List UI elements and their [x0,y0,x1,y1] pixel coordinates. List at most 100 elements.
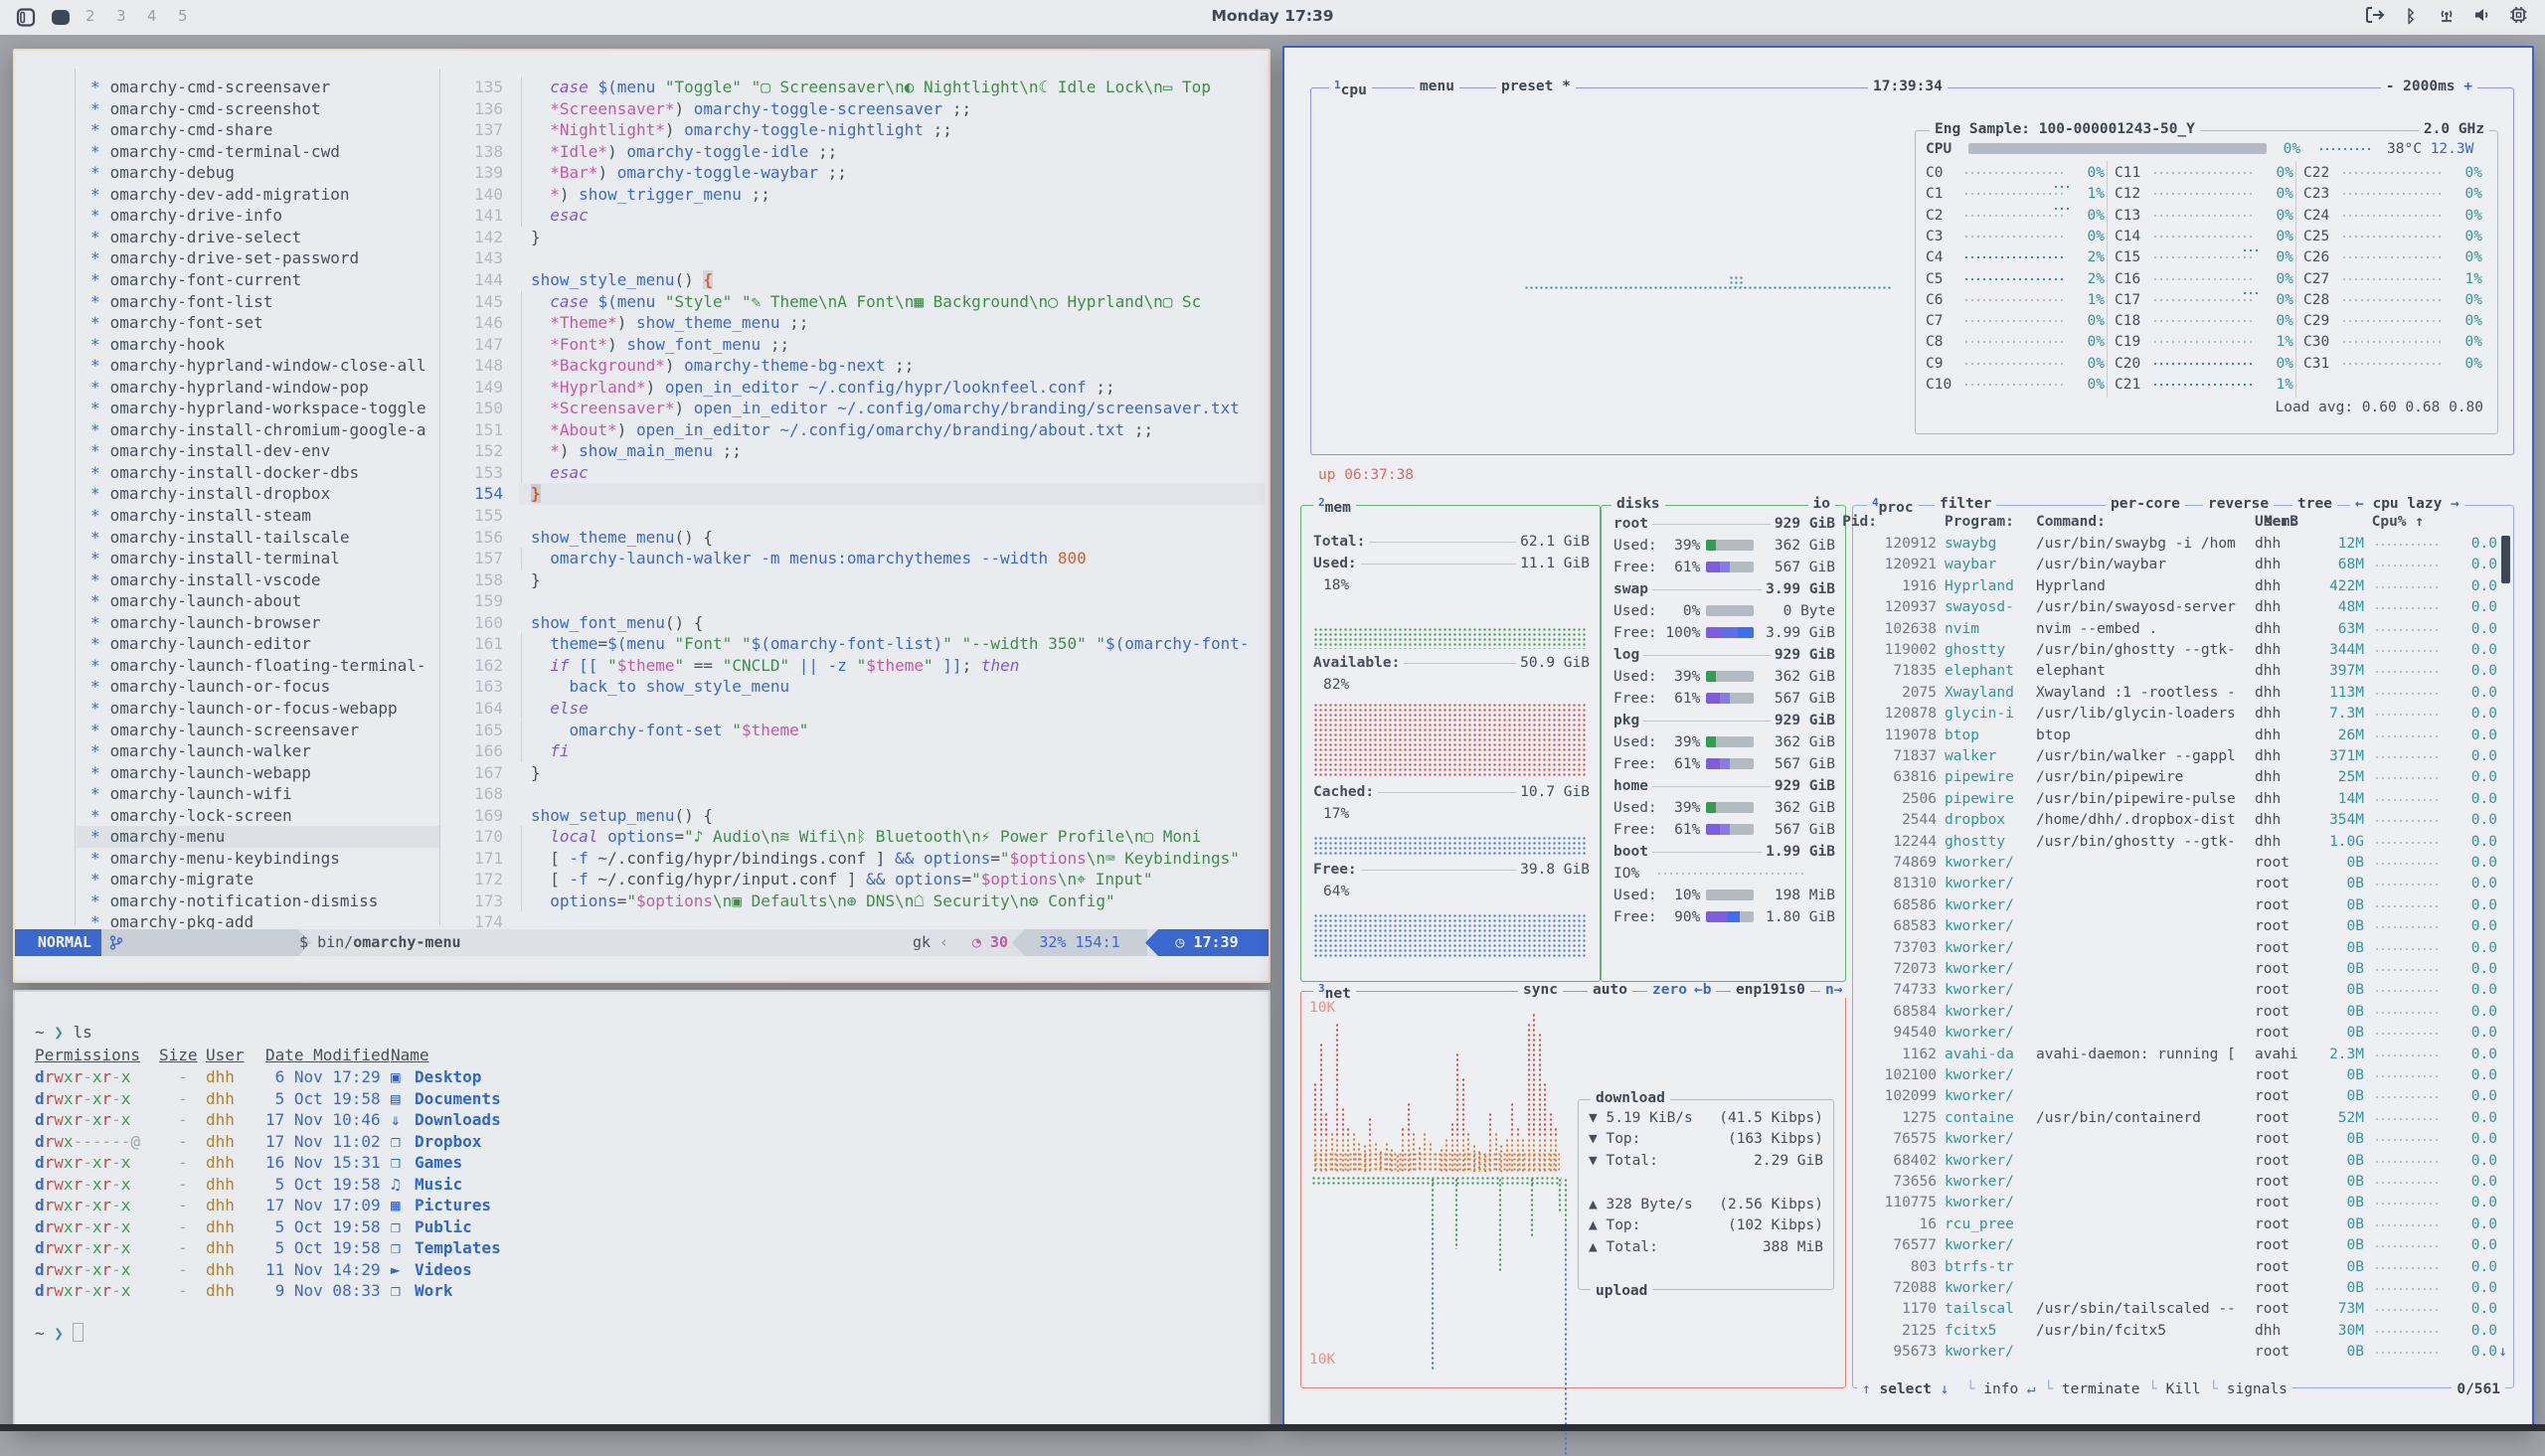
tab-mem[interactable]: 2mem [1313,496,1356,516]
file-item[interactable]: *omarchy-drive-select [77,227,439,248]
io-toggle[interactable]: io [1808,496,1835,512]
file-item[interactable]: *omarchy-install-dropbox [77,483,439,505]
proc-control-reverse[interactable]: reverse [2203,496,2274,512]
file-item[interactable]: *omarchy-dev-add-migration [77,184,439,206]
proc-row[interactable]: 1170tailscal/usr/sbin/tailscaled --root7… [1853,1299,2513,1320]
proc-row[interactable]: 73703kworker/root0B0.0 [1853,938,2513,959]
file-item[interactable]: *omarchy-font-set [77,312,439,334]
file-item[interactable]: *omarchy-cmd-share [77,119,439,141]
net-control-auto[interactable]: auto [1588,982,1632,998]
net-control-enp191s0[interactable]: enp191s0 [1731,982,1810,998]
volume-icon[interactable] [2471,6,2493,28]
proc-row[interactable]: 72073kworker/root0B0.0 [1853,959,2513,980]
proc-row[interactable]: 110775kworker/root0B0.0 [1853,1193,2513,1213]
directory-link[interactable]: Music [415,1174,462,1196]
file-item[interactable]: *omarchy-install-terminal [77,548,439,569]
file-item[interactable]: *omarchy-hyprland-workspace-toggle [77,398,439,419]
directory-link[interactable]: Pictures [415,1195,491,1216]
file-item[interactable]: *omarchy-drive-info [77,205,439,227]
file-item[interactable]: *omarchy-debug [77,162,439,184]
directory-link[interactable]: Public [415,1216,472,1238]
proc-row[interactable]: 1162avahi-daavahi-daemon: running [avahi… [1853,1045,2513,1065]
file-item[interactable]: *omarchy-launch-editor [77,633,439,655]
proc-cpu-nav[interactable]: ← cpu lazy → [2350,496,2464,512]
update-interval[interactable]: - 2000ms + [2381,79,2477,94]
proc-row[interactable]: 81310kworker/root0B0.0 [1853,874,2513,894]
proc-row[interactable]: 12244ghostty/usr/bin/ghostty --gtk-dhh1.… [1853,832,2513,853]
directory-link[interactable]: Desktop [415,1066,481,1088]
proc-row[interactable]: 120921waybar/usr/bin/waybardhh68M0.0 [1853,555,2513,575]
proc-row[interactable]: 72088kworker/root0B0.0 [1853,1278,2513,1299]
proc-row[interactable]: 803btrfs-trroot0B0.0 [1853,1257,2513,1278]
file-item[interactable]: *omarchy-hyprland-window-pop [77,377,439,399]
file-item[interactable]: *omarchy-launch-wifi [77,783,439,805]
file-item[interactable]: *omarchy-launch-about [77,590,439,612]
proc-control-per-core[interactable]: per-core [2106,496,2185,512]
file-item[interactable]: *omarchy-launch-floating-terminal- [77,655,439,677]
file-item[interactable]: *omarchy-hook [77,334,439,356]
proc-row[interactable]: 120878glycin-i/usr/lib/glycin-loadersdhh… [1853,704,2513,725]
cpu-icon[interactable] [2507,6,2529,28]
proc-row[interactable]: 119078btopbtopdhh26M0.0 [1853,726,2513,746]
file-item[interactable]: *omarchy-font-list [77,291,439,313]
net-control-b[interactable]: ←b [1689,982,1716,998]
file-item[interactable]: *omarchy-drive-set-password [77,247,439,269]
file-item[interactable]: *omarchy-cmd-screenshot [77,98,439,120]
proc-control-filter[interactable]: filter [1935,496,1996,512]
proc-row[interactable]: 102099kworker/root0B0.0 [1853,1086,2513,1107]
file-item[interactable]: *omarchy-install-vscode [77,569,439,591]
proc-row[interactable]: 2125fcitx5/usr/bin/fcitx5dhh30M0.0 [1853,1321,2513,1342]
proc-row[interactable]: 95673kworker/root0B0.0↓ [1853,1342,2513,1363]
file-item[interactable]: *omarchy-hyprland-window-close-all [77,355,439,377]
file-item[interactable]: *omarchy-install-dev-env [77,440,439,462]
proc-row[interactable]: 73656kworker/root0B0.0 [1853,1172,2513,1193]
file-item[interactable]: *omarchy-install-chromium-google-a [77,419,439,441]
proc-row[interactable]: 71837walker/usr/bin/walker --gappldhh371… [1853,746,2513,767]
shell-prompt-cursor[interactable]: ~ ❯ [35,1323,1259,1345]
file-item[interactable]: *omarchy-install-docker-dbs [77,462,439,484]
proc-row[interactable]: 76577kworker/root0B0.0 [1853,1235,2513,1256]
proc-row[interactable]: 74869kworker/root0B0.0 [1853,853,2513,874]
file-item[interactable]: *omarchy-menu [77,826,439,848]
editor-window[interactable]: *omarchy-cmd-screensaver*omarchy-cmd-scr… [13,49,1271,983]
proc-row[interactable]: 68584kworker/root0B0.0 [1853,1002,2513,1023]
proc-row[interactable]: 102100kworker/root0B0.0 [1853,1065,2513,1086]
git-branch-segment[interactable]: themes-menu [101,929,311,956]
menu-button[interactable]: menu [1415,79,1459,94]
directory-link[interactable]: Work [415,1280,453,1302]
net-control-sync[interactable]: sync [1518,982,1563,998]
file-item[interactable]: *omarchy-install-tailscale [77,527,439,549]
proc-row[interactable]: 2075XwaylandXwayland :1 -rootless -dhh11… [1853,683,2513,704]
proc-row[interactable]: 16rcu_preeroot0B0.0 [1853,1214,2513,1235]
vsplit-separator[interactable] [439,69,440,925]
terminal-window[interactable]: ~ ❯ lsPermissionsSizeUserDate ModifiedNa… [13,990,1271,1428]
proc-row[interactable]: 76575kworker/root0B0.0 [1853,1129,2513,1150]
file-item[interactable]: *omarchy-cmd-terminal-cwd [77,141,439,163]
proc-row[interactable]: 68402kworker/root0B0.0 [1853,1151,2513,1172]
proc-row[interactable]: 102638nvimnvim --embed .dhh63M0.0 [1853,619,2513,640]
tab-cpu[interactable]: 1cpu [1329,79,1372,98]
file-item[interactable]: *omarchy-launch-or-focus [77,676,439,698]
directory-link[interactable]: Templates [415,1237,501,1259]
proc-row[interactable]: 68583kworker/root0B0.0 [1853,916,2513,937]
file-item[interactable]: *omarchy-cmd-screensaver [77,77,439,98]
proc-row[interactable]: 1916HyprlandHyprlanddhh422M0.0 [1853,576,2513,597]
preset-button[interactable]: preset * [1496,79,1576,94]
file-item[interactable]: *omarchy-launch-screensaver [77,720,439,741]
bluetooth-icon[interactable]: ᛒ [2400,6,2422,28]
file-item[interactable]: *omarchy-install-steam [77,505,439,527]
proc-row[interactable]: 120937swayosd-/usr/bin/swayosd-serverdhh… [1853,597,2513,618]
file-item[interactable]: *omarchy-launch-webapp [77,762,439,784]
proc-control-tree[interactable]: tree [2292,496,2337,512]
file-item[interactable]: *omarchy-menu-keybindings [77,848,439,870]
directory-link[interactable]: Documents [415,1088,501,1110]
directory-link[interactable]: Downloads [415,1109,501,1131]
file-item[interactable]: *omarchy-font-current [77,269,439,291]
proc-row[interactable]: 94540kworker/root0B0.0 [1853,1023,2513,1044]
file-item[interactable]: *omarchy-notification-dismiss [77,890,439,912]
proc-row[interactable]: 1275containe/usr/bin/containerdroot52M0.… [1853,1108,2513,1129]
file-item[interactable]: *omarchy-migrate [77,869,439,890]
proc-row[interactable]: 2544dropbox/home/dhh/.dropbox-distdhh354… [1853,810,2513,831]
file-item[interactable]: *omarchy-launch-walker [77,740,439,762]
proc-scrollbar[interactable] [2501,536,2510,583]
